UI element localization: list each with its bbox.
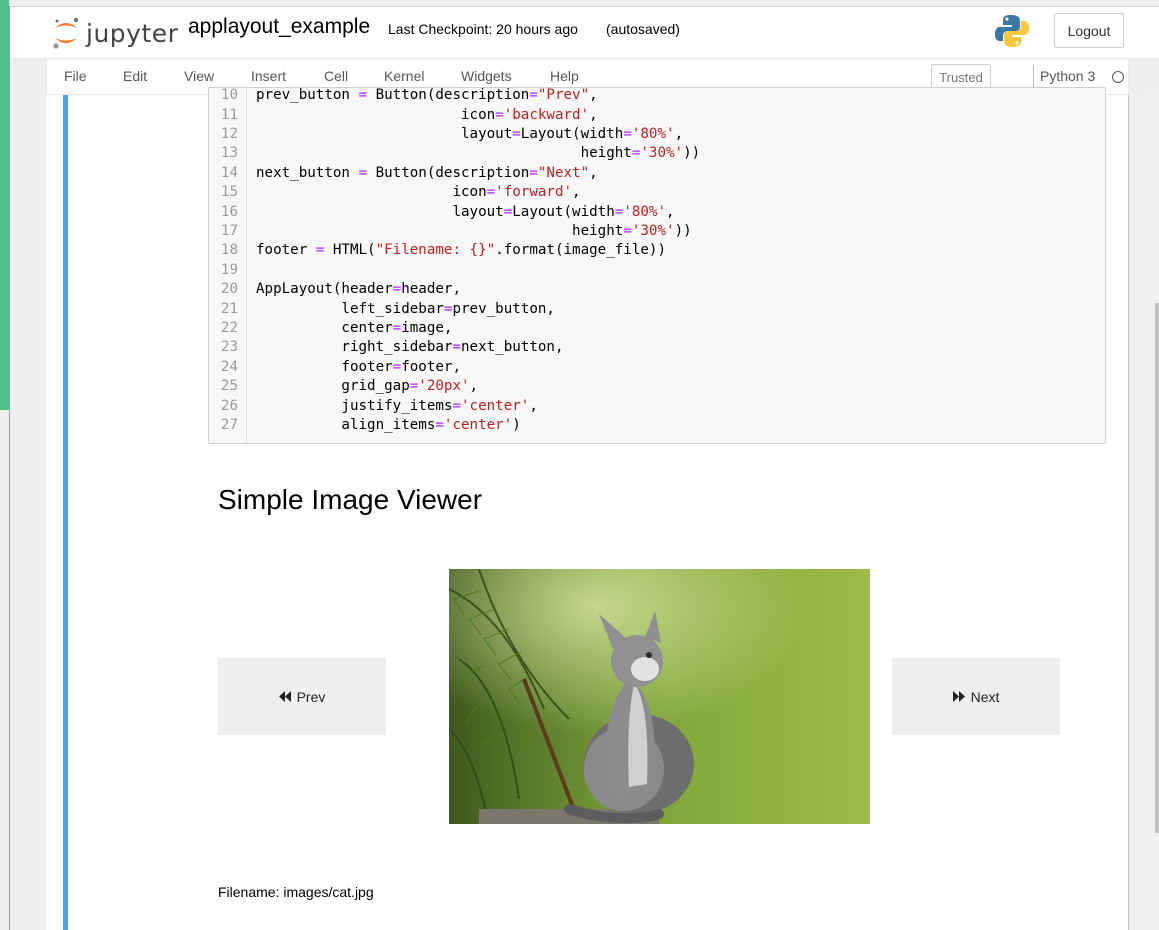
code-text: left_sidebar=prev_button, bbox=[256, 300, 555, 317]
next-button[interactable]: Next bbox=[892, 658, 1060, 735]
menu-view[interactable]: View bbox=[184, 68, 214, 84]
kernel-name[interactable]: Python 3 bbox=[1040, 68, 1095, 84]
line-number: 23 bbox=[220, 339, 238, 356]
output-header-title: Simple Image Viewer bbox=[218, 484, 483, 515]
line-number: 13 bbox=[220, 145, 238, 162]
code-text: align_items='center') bbox=[256, 417, 521, 434]
prev-button[interactable]: Prev bbox=[218, 658, 386, 735]
code-text: height='30%')) bbox=[256, 223, 692, 240]
code-text: layout=Layout(width='80%', bbox=[256, 203, 675, 220]
menu-help[interactable]: Help bbox=[550, 68, 579, 84]
logout-button[interactable]: Logout bbox=[1054, 13, 1124, 48]
browser-window: jupyter applayout_example Last Checkpoin… bbox=[9, 6, 1159, 930]
filename-footer: Filename: images/cat.jpg bbox=[218, 884, 374, 900]
line-number: 11 bbox=[220, 106, 238, 123]
line-number: 21 bbox=[220, 300, 238, 317]
code-text: height='30%')) bbox=[256, 145, 701, 162]
menu-kernel[interactable]: Kernel bbox=[384, 68, 424, 84]
prev-button-label: Prev bbox=[296, 688, 326, 705]
code-text: prev_button = Button(description="Prev", bbox=[256, 87, 598, 104]
line-number: 10 bbox=[220, 87, 238, 104]
line-number: 16 bbox=[220, 203, 238, 220]
menu-cell[interactable]: Cell bbox=[324, 68, 348, 84]
line-number: 27 bbox=[220, 417, 238, 434]
notebook-name[interactable]: applayout_example bbox=[188, 15, 370, 39]
selected-cell-indicator bbox=[63, 95, 68, 930]
desktop-edge bbox=[0, 0, 9, 410]
menu-insert[interactable]: Insert bbox=[251, 68, 286, 84]
code-text: center=image, bbox=[256, 320, 453, 337]
jupyter-logo-icon bbox=[52, 16, 80, 50]
line-number: 14 bbox=[220, 164, 238, 181]
forward-icon bbox=[952, 691, 966, 702]
line-number: 24 bbox=[220, 358, 238, 375]
page-scrollbar-thumb[interactable] bbox=[1155, 303, 1159, 833]
autosave-status: (autosaved) bbox=[606, 21, 680, 37]
jupyter-wordmark: jupyter bbox=[86, 18, 179, 48]
code-text: layout=Layout(width='80%', bbox=[256, 126, 684, 143]
code-text: grid_gap='20px', bbox=[256, 378, 479, 395]
python-logo-icon bbox=[995, 13, 1029, 54]
next-button-label: Next bbox=[970, 688, 1000, 705]
line-number: 20 bbox=[220, 281, 238, 298]
code-text: AppLayout(header=header, bbox=[256, 281, 462, 298]
checkpoint-status: Last Checkpoint: 20 hours ago bbox=[388, 21, 578, 37]
code-text: next_button = Button(description="Next", bbox=[256, 164, 598, 181]
line-number: 22 bbox=[220, 320, 238, 337]
kernel-idle-circle-icon bbox=[1112, 71, 1124, 83]
line-number: 15 bbox=[220, 184, 238, 201]
menu-edit[interactable]: Edit bbox=[123, 68, 147, 84]
code-text: right_sidebar=next_button, bbox=[256, 339, 564, 356]
notebook-header: jupyter applayout_example Last Checkpoin… bbox=[10, 7, 1159, 59]
backward-icon bbox=[278, 691, 292, 702]
code-text: icon='forward', bbox=[256, 184, 581, 201]
line-number: 26 bbox=[220, 397, 238, 414]
line-number: 12 bbox=[220, 126, 238, 143]
code-cell-editor[interactable]: 10 prev_button = Button(description="Prev… bbox=[208, 87, 1106, 444]
code-text: footer = HTML("Filename: {}".format(imag… bbox=[256, 242, 667, 259]
cat-image bbox=[449, 569, 870, 824]
menu-widgets[interactable]: Widgets bbox=[461, 68, 512, 84]
line-number: 18 bbox=[220, 242, 238, 259]
code-text: icon='backward', bbox=[256, 106, 598, 123]
kernel-divider bbox=[1033, 65, 1034, 89]
line-number: 19 bbox=[220, 261, 238, 278]
notebook-container: 10 prev_button = Button(description="Prev… bbox=[46, 87, 1129, 930]
menu-file[interactable]: File bbox=[64, 68, 87, 84]
line-number: 25 bbox=[220, 378, 238, 395]
line-number: 17 bbox=[220, 223, 238, 240]
code-text: footer=footer, bbox=[256, 358, 462, 375]
code-text: justify_items='center', bbox=[256, 397, 538, 414]
jupyter-logo[interactable]: jupyter bbox=[52, 16, 178, 50]
